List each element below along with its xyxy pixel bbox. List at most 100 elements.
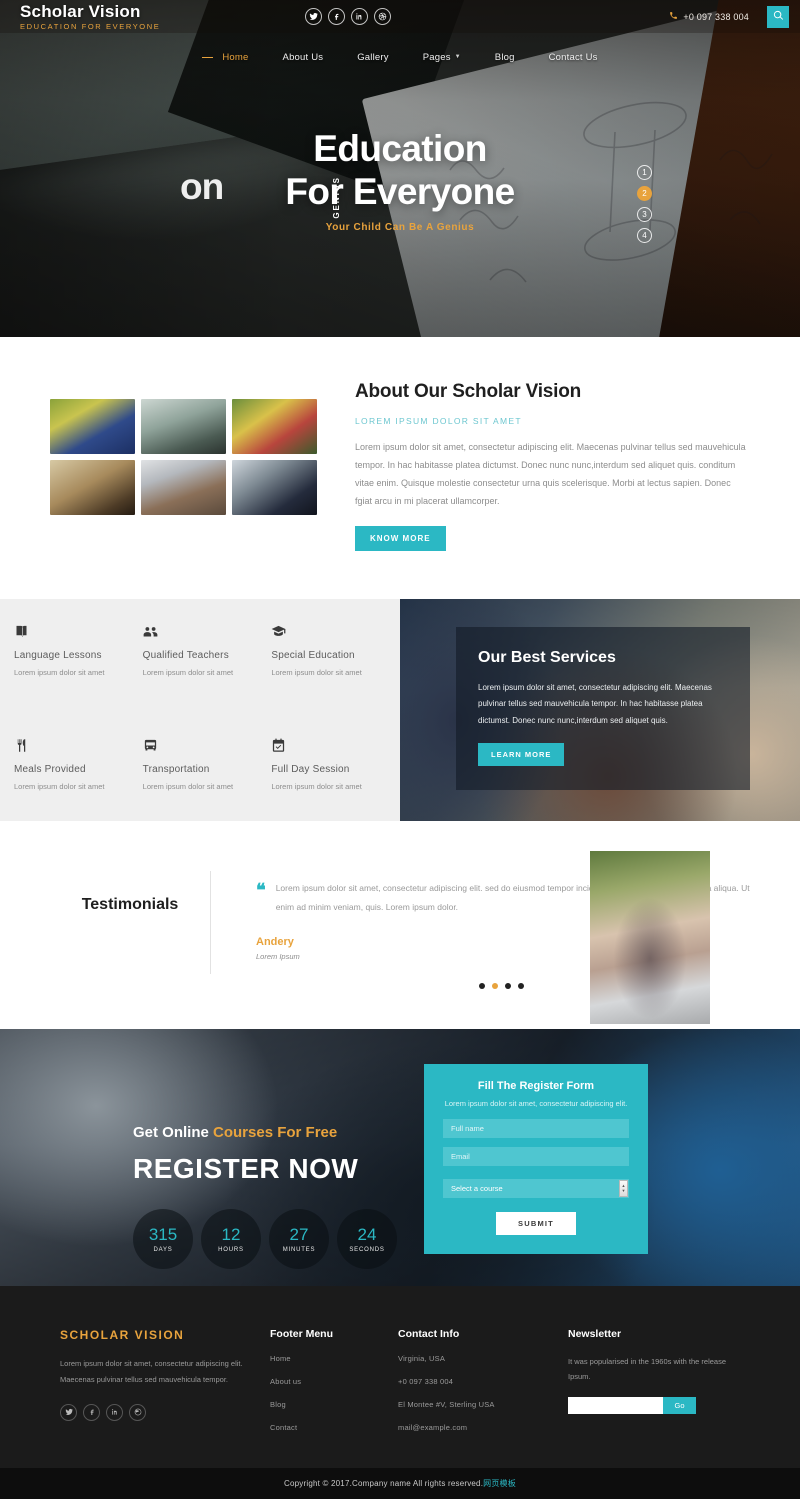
footer-columns: SCHOLAR VISION Lorem ipsum dolor sit ame… bbox=[60, 1328, 740, 1432]
email-input[interactable] bbox=[443, 1147, 629, 1167]
nav-item-about-us[interactable]: About Us bbox=[266, 52, 341, 63]
submit-button[interactable]: SUBMIT bbox=[496, 1212, 576, 1236]
nav-label: About Us bbox=[282, 51, 324, 63]
slide-number-2[interactable]: 2 bbox=[637, 186, 652, 201]
twitter-icon[interactable] bbox=[305, 8, 323, 25]
countdown-value: 24 bbox=[357, 1225, 377, 1245]
about-section: About Our Scholar Vision Lorem ipsum dol… bbox=[0, 337, 800, 599]
twitter-icon[interactable] bbox=[60, 1403, 77, 1421]
slide-number-4[interactable]: 4 bbox=[637, 228, 652, 243]
testimonial-dot-2[interactable] bbox=[492, 983, 498, 990]
course-select[interactable]: Select a course bbox=[443, 1179, 629, 1199]
countdown-seconds: 24 SECONDS bbox=[337, 1209, 397, 1270]
feature-language-lessons[interactable]: Language Lessons Lorem ipsum dolor sit a… bbox=[14, 624, 143, 708]
facebook-icon[interactable] bbox=[328, 8, 346, 25]
feature-special-education[interactable]: Special Education Lorem ipsum dolor sit … bbox=[271, 624, 400, 708]
copyright-text: Copyright © 2017.Company name All rights… bbox=[284, 1478, 516, 1489]
about-photo-2[interactable] bbox=[141, 399, 226, 454]
about-photo-1[interactable] bbox=[50, 399, 135, 454]
footer-link-about-us[interactable]: About us bbox=[270, 1377, 398, 1386]
learn-more-button[interactable]: LEARN MORE bbox=[478, 743, 565, 767]
newsletter-form: Go bbox=[568, 1397, 738, 1415]
footer-link-contact[interactable]: Contact bbox=[270, 1423, 398, 1432]
countdown-days: 315 DAYS bbox=[133, 1209, 193, 1270]
header-phone[interactable]: +0 097 338 004 bbox=[669, 11, 749, 22]
register-form-title: Fill The Register Form bbox=[477, 1080, 595, 1093]
feature-desc: Lorem ipsum dolor sit amet bbox=[14, 781, 105, 791]
testimonial-dot-1[interactable] bbox=[479, 983, 485, 990]
search-button[interactable] bbox=[767, 5, 789, 28]
testimonial-dot-3[interactable] bbox=[505, 983, 511, 990]
register-section: Get Online Courses For Free REGISTER NOW… bbox=[0, 1029, 800, 1287]
nav-item-blog[interactable]: Blog bbox=[478, 52, 532, 63]
slide-number-3[interactable]: 3 bbox=[637, 207, 652, 222]
full-name-input[interactable] bbox=[443, 1119, 629, 1139]
newsletter-input[interactable] bbox=[568, 1397, 663, 1415]
nav-label: Pages bbox=[422, 51, 451, 63]
nav-item-gallery[interactable]: Gallery bbox=[340, 52, 406, 63]
dribbble-icon[interactable] bbox=[374, 8, 392, 25]
feature-title: Transportation bbox=[142, 763, 210, 775]
nav-item-pages[interactable]: Pages ▼ bbox=[406, 52, 478, 63]
about-photo-3[interactable] bbox=[232, 399, 317, 454]
testimonials-inner: Testimonials ❝ Lorem ipsum dolor sit ame… bbox=[50, 851, 750, 1024]
nav-item-contact-us[interactable]: Contact Us bbox=[532, 52, 615, 63]
footer-about-text: Lorem ipsum dolor sit amet, consectetur … bbox=[60, 1359, 243, 1385]
search-icon bbox=[773, 9, 784, 24]
hero-subtitle: Your Child Can Be A Genius bbox=[325, 221, 475, 233]
countdown-label: DAYS bbox=[153, 1247, 173, 1254]
footer-newsletter-heading: Newsletter bbox=[568, 1328, 622, 1341]
register-kicker-gold: Courses For Free bbox=[213, 1124, 338, 1142]
countdown-value: 315 bbox=[148, 1225, 178, 1245]
services-section: Language Lessons Lorem ipsum dolor sit a… bbox=[0, 599, 800, 821]
feature-title: Special Education bbox=[271, 650, 355, 661]
newsletter-go-button[interactable]: Go bbox=[663, 1397, 696, 1415]
feature-full-day-session[interactable]: Full Day Session Lorem ipsum dolor sit a… bbox=[271, 738, 400, 822]
about-body: Lorem ipsum dolor sit amet, consectetur … bbox=[355, 442, 746, 506]
feature-qualified-teachers[interactable]: Qualified Teachers Lorem ipsum dolor sit… bbox=[143, 624, 272, 708]
register-kicker-plain: Get Online bbox=[133, 1124, 214, 1142]
feature-title: Qualified Teachers bbox=[142, 650, 229, 661]
footer: SCHOLAR VISION Lorem ipsum dolor sit ame… bbox=[0, 1286, 800, 1500]
copyright-bar: Copyright © 2017.Company name All rights… bbox=[0, 1468, 800, 1500]
linkedin-icon[interactable] bbox=[351, 8, 369, 25]
footer-link-home[interactable]: Home bbox=[270, 1354, 398, 1363]
top-social-links bbox=[305, 8, 392, 25]
know-more-button[interactable]: KNOW MORE bbox=[355, 526, 446, 551]
slide-number-1[interactable]: 1 bbox=[637, 165, 652, 180]
countdown-label: HOURS bbox=[218, 1247, 244, 1254]
footer-newsletter-column: Newsletter It was popularised in the 196… bbox=[568, 1328, 738, 1432]
register-text-block: Get Online Courses For Free REGISTER NOW… bbox=[133, 1124, 397, 1270]
brand-tagline: Education For Everyone bbox=[20, 21, 161, 31]
brand-name: Scholar Vision bbox=[20, 1, 141, 21]
linkedin-icon[interactable] bbox=[106, 1403, 123, 1421]
hero-title: Education For Everyone bbox=[0, 128, 800, 214]
feature-transportation[interactable]: Transportation Lorem ipsum dolor sit ame… bbox=[143, 738, 272, 822]
main-navigation: Home About Us Gallery Pages ▼ Blog Contac… bbox=[0, 43, 800, 71]
nav-item-home[interactable]: Home bbox=[185, 52, 265, 63]
facebook-icon[interactable] bbox=[83, 1403, 100, 1421]
countdown-hours: 12 HOURS bbox=[201, 1209, 261, 1270]
header-phone-number: +0 097 338 004 bbox=[683, 11, 749, 22]
countdown-timer: 315 DAYS 12 HOURS 27 MINUTES 24 SECONDS bbox=[133, 1209, 397, 1270]
dribbble-icon[interactable] bbox=[129, 1403, 146, 1421]
select-spinner-icon[interactable]: ▲ ▼ bbox=[619, 1180, 628, 1198]
feature-title: Language Lessons bbox=[14, 650, 102, 661]
graduation-cap-icon bbox=[271, 624, 390, 646]
testimonials-heading: Testimonials bbox=[81, 896, 179, 914]
about-title: About Our Scholar Vision bbox=[355, 381, 582, 402]
about-photo-6[interactable] bbox=[232, 460, 317, 515]
feature-meals-provided[interactable]: Meals Provided Lorem ipsum dolor sit ame… bbox=[14, 738, 143, 822]
hero-content: on GENIUS Education For Everyone Your Ch… bbox=[0, 128, 800, 233]
footer-contact-email[interactable]: mail@example.com bbox=[398, 1423, 568, 1432]
nav-label: Contact Us bbox=[548, 51, 598, 63]
copyright-cn-suffix: 网页模板 bbox=[483, 1479, 516, 1489]
about-photo-4[interactable] bbox=[50, 460, 135, 515]
register-form-subtitle: Lorem ipsum dolor sit amet, consectetur … bbox=[444, 1099, 628, 1109]
site-logo[interactable]: Scholar Vision Education For Everyone bbox=[20, 3, 160, 31]
footer-link-blog[interactable]: Blog bbox=[270, 1400, 398, 1409]
about-photo-5[interactable] bbox=[141, 460, 226, 515]
hero-slider-pagination: 1 2 3 4 bbox=[637, 165, 652, 243]
testimonial-dot-4[interactable] bbox=[518, 983, 524, 990]
course-select-wrapper: Select a course ▲ ▼ bbox=[443, 1179, 629, 1199]
